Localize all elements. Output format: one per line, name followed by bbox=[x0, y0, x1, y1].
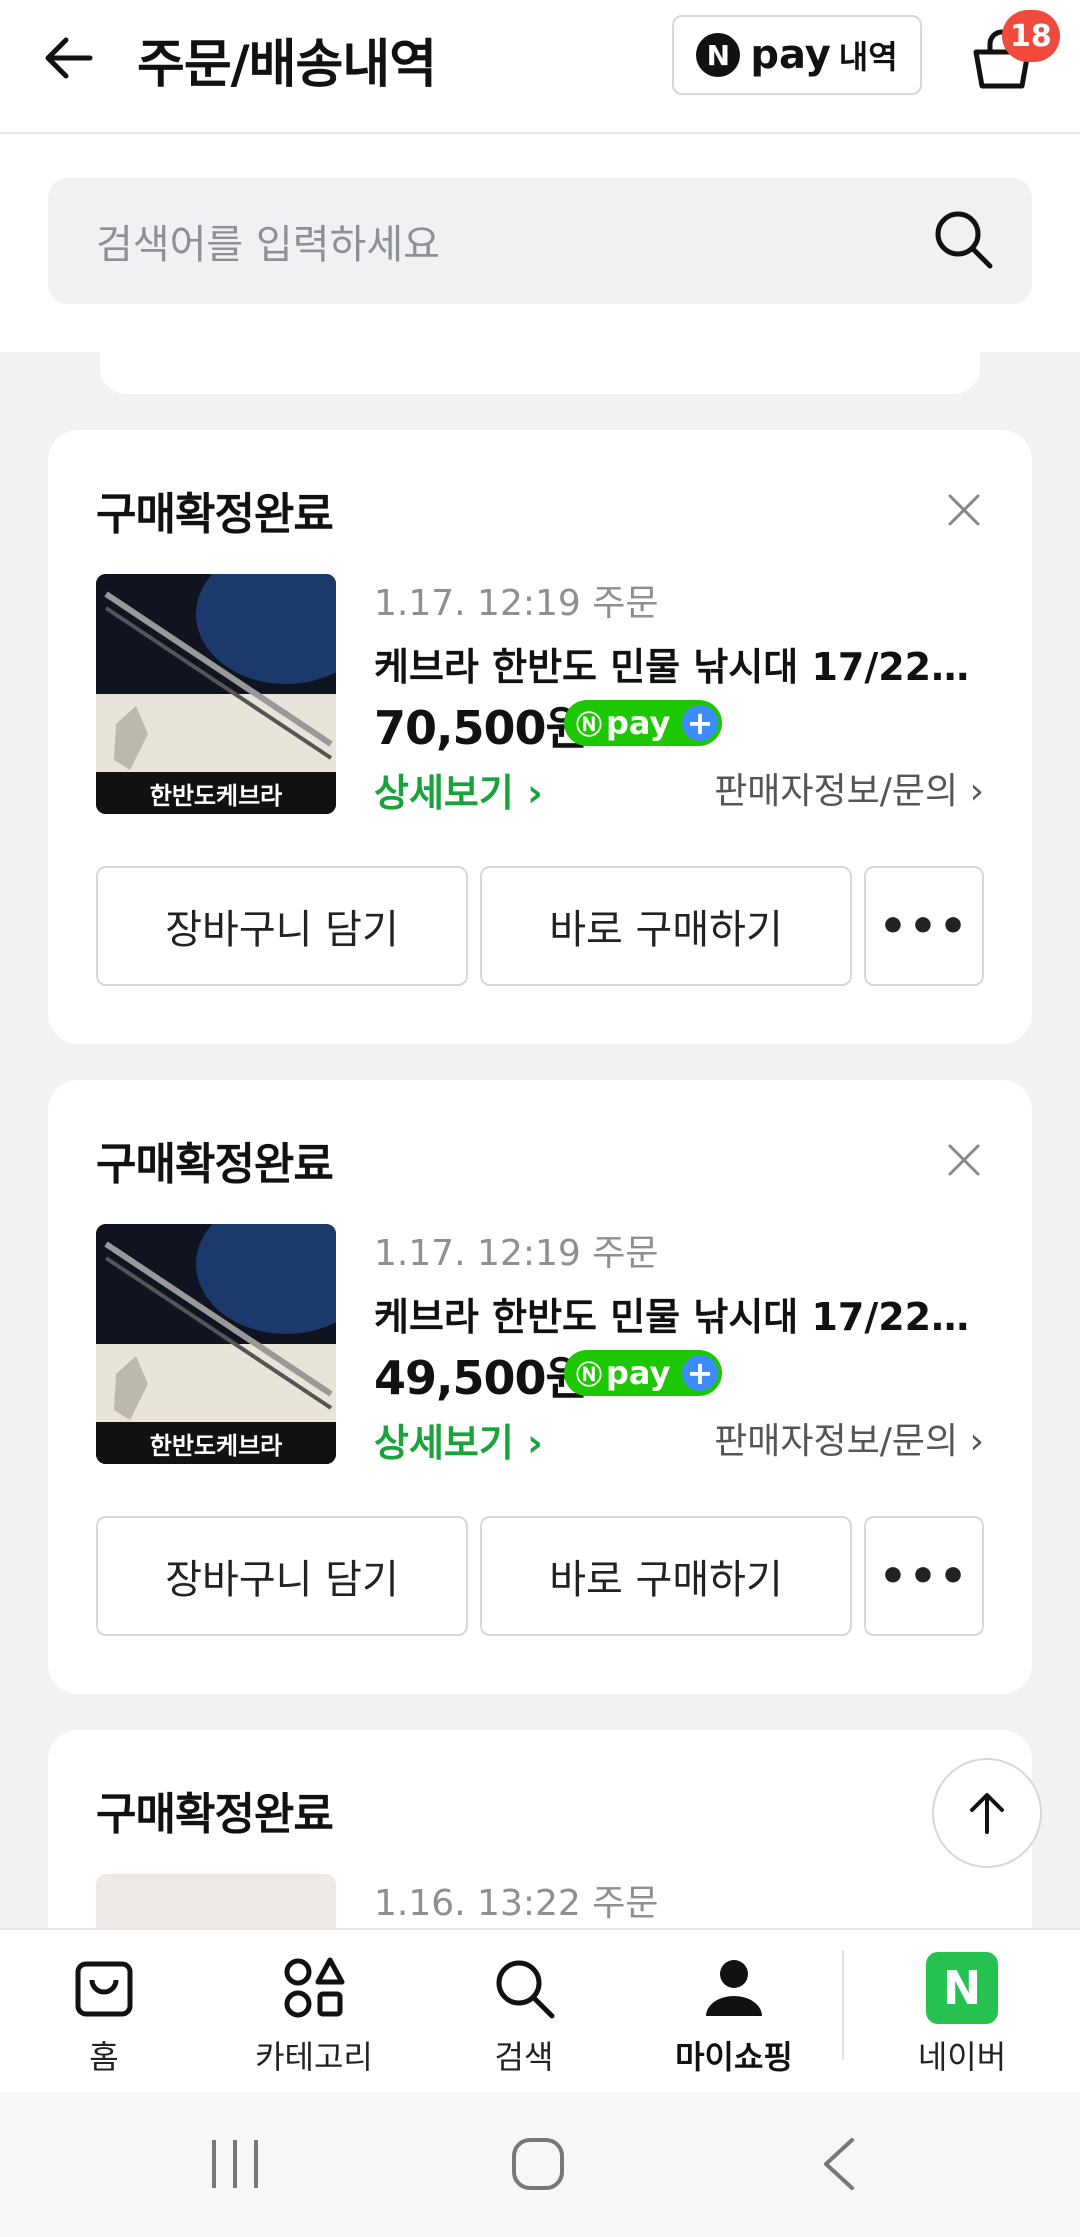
naver-n-icon: N bbox=[926, 1952, 998, 2024]
npay-chip-text: pay bbox=[606, 1354, 671, 1392]
nav-label: 홈 bbox=[89, 2038, 119, 2076]
system-navigation-bar bbox=[0, 2092, 1080, 2237]
npay-word: pay bbox=[750, 32, 831, 78]
nav-label: 카테고리 bbox=[255, 2038, 373, 2076]
app-header: 주문/배송내역 N pay 내역 18 bbox=[0, 0, 1080, 134]
order-status: 구매확정완료 bbox=[96, 1139, 334, 1190]
nav-search[interactable]: 검색 bbox=[434, 1952, 614, 2078]
search-section: 검색어를 입력하세요 bbox=[0, 134, 1080, 352]
order-date: 1.17. 12:19 주문 bbox=[374, 583, 659, 624]
order-status: 구매확정완료 bbox=[96, 1789, 334, 1840]
order-date: 1.17. 12:19 주문 bbox=[374, 1233, 659, 1274]
product-price: 70,500원 bbox=[374, 701, 588, 755]
back-nav-icon[interactable] bbox=[818, 2136, 858, 2192]
npay-n-icon: N bbox=[696, 33, 741, 77]
order-status: 구매확정완료 bbox=[96, 489, 334, 540]
home-bag-icon bbox=[75, 1961, 133, 2017]
add-to-cart-button[interactable]: 장바구니 담기 bbox=[96, 1516, 468, 1636]
npay-plus-badge: Ⓝpay + bbox=[564, 1350, 722, 1396]
close-icon[interactable] bbox=[944, 490, 984, 530]
order-card: 구매확정완료 한반도케브라 1.17. 12:19 주문 케브라 한반도 민물 … bbox=[48, 430, 1032, 1044]
plus-icon: + bbox=[682, 705, 718, 741]
buy-now-button[interactable]: 바로 구매하기 bbox=[480, 1516, 852, 1636]
nav-label: 네이버 bbox=[917, 2038, 1007, 2076]
back-arrow-icon[interactable] bbox=[40, 28, 100, 88]
product-name[interactable]: 케브라 한반도 민물 낚시대 17/22칸 ... bbox=[374, 636, 994, 691]
product-price: 49,500원 bbox=[374, 1351, 588, 1405]
search-input[interactable]: 검색어를 입력하세요 bbox=[48, 178, 1032, 304]
detail-link[interactable]: 상세보기 › bbox=[374, 1412, 543, 1467]
thumbnail-label: 한반도케브라 bbox=[96, 772, 336, 814]
order-date: 1.16. 13:22 주문 bbox=[374, 1883, 659, 1924]
nav-category[interactable]: 카테고리 bbox=[224, 1952, 404, 2078]
order-card: 구매확정완료 한반도케브라 1.17. 12:19 주문 케브라 한반도 민물 … bbox=[48, 1080, 1032, 1694]
recent-apps-icon[interactable] bbox=[208, 2136, 262, 2192]
seller-info-link[interactable]: 판매자정보/문의 › bbox=[714, 762, 984, 814]
close-icon[interactable] bbox=[944, 1140, 984, 1180]
nav-home[interactable]: 홈 bbox=[14, 1952, 194, 2078]
detail-link[interactable]: 상세보기 › bbox=[374, 762, 543, 817]
bottom-navigation: 홈 카테고리 검색 마이쇼핑 N 네이버 bbox=[0, 1928, 1080, 2094]
arrow-up-icon bbox=[970, 1793, 1004, 1834]
thumbnail-label: 한반도케브라 bbox=[96, 1422, 336, 1464]
search-icon bbox=[496, 1960, 555, 2019]
more-options-button[interactable]: ••• bbox=[864, 1516, 984, 1636]
buy-now-button[interactable]: 바로 구매하기 bbox=[480, 866, 852, 986]
plus-icon: + bbox=[682, 1355, 718, 1391]
home-button-icon[interactable] bbox=[510, 2136, 566, 2192]
npay-history-button[interactable]: N pay 내역 bbox=[672, 15, 922, 95]
search-icon[interactable] bbox=[930, 206, 996, 272]
add-to-cart-button[interactable]: 장바구니 담기 bbox=[96, 866, 468, 986]
nav-label: 마이쇼핑 bbox=[675, 2038, 793, 2076]
nav-naver[interactable]: N 네이버 bbox=[872, 1952, 1052, 2078]
npay-history-label: 내역 bbox=[838, 38, 898, 76]
nav-label: 검색 bbox=[494, 2038, 554, 2076]
npay-plus-badge: Ⓝpay + bbox=[564, 700, 722, 746]
nav-divider bbox=[842, 1950, 844, 2060]
cart-count-badge: 18 bbox=[1002, 10, 1060, 62]
previous-order-card-edge bbox=[100, 340, 980, 394]
product-name[interactable]: 케브라 한반도 민물 낚시대 17/22칸 ... bbox=[374, 1286, 994, 1341]
product-thumbnail[interactable]: 한반도케브라 bbox=[96, 574, 336, 814]
scroll-to-top-button[interactable] bbox=[932, 1758, 1042, 1868]
product-thumbnail[interactable]: 한반도케브라 bbox=[96, 1224, 336, 1464]
seller-info-link[interactable]: 판매자정보/문의 › bbox=[714, 1412, 984, 1464]
page-title: 주문/배송내역 bbox=[137, 35, 437, 95]
more-options-button[interactable]: ••• bbox=[864, 866, 984, 986]
person-icon bbox=[706, 1960, 762, 2016]
category-icon bbox=[284, 1957, 345, 2018]
npay-chip-text: pay bbox=[606, 704, 671, 742]
nav-myshopping[interactable]: 마이쇼핑 bbox=[644, 1952, 824, 2078]
search-placeholder: 검색어를 입력하세요 bbox=[96, 222, 440, 268]
